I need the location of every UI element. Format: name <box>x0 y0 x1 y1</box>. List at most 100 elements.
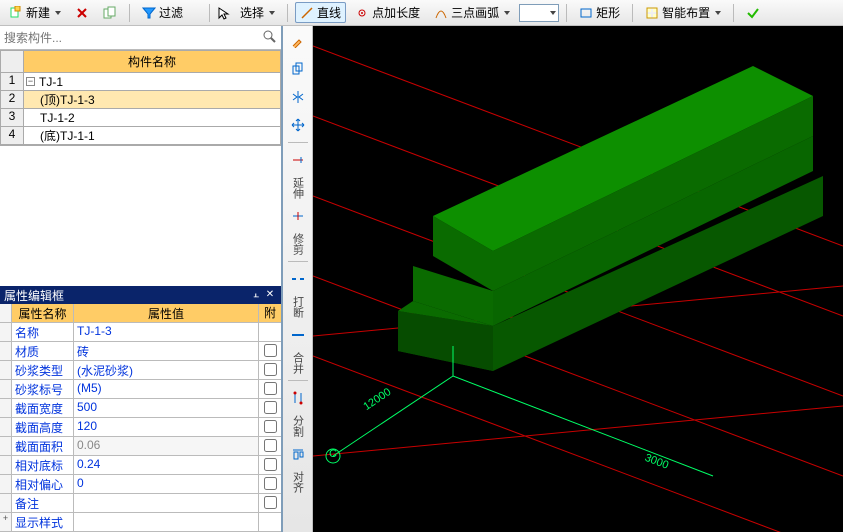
prop-name: 砂浆类型 <box>12 361 74 379</box>
vtool-mirror[interactable] <box>287 86 309 108</box>
prop-value[interactable]: (水泥砂浆) <box>74 361 259 379</box>
property-row[interactable]: 砂浆标号(M5) <box>0 380 281 399</box>
vtool-align[interactable] <box>287 443 309 465</box>
prop-checkbox[interactable] <box>264 439 277 452</box>
prop-checkbox[interactable] <box>264 401 277 414</box>
prop-checkbox[interactable] <box>264 477 277 490</box>
prop-value[interactable]: 120 <box>74 418 259 436</box>
prop-value[interactable]: (M5) <box>74 380 259 398</box>
prop-checkbox[interactable] <box>264 458 277 471</box>
rect-button[interactable]: 矩形 <box>574 2 625 23</box>
prop-value[interactable]: 砖 <box>74 342 259 360</box>
property-row[interactable]: 砂浆类型(水泥砂浆) <box>0 361 281 380</box>
vtool-align-label: 对齐 <box>290 471 306 493</box>
tree-cell[interactable]: (顶)TJ-1-3 <box>24 91 281 109</box>
dropdown-icon <box>550 11 556 15</box>
vtool-merge[interactable] <box>287 324 309 346</box>
prop-name: 砂浆标号 <box>12 380 74 398</box>
tree-column-name[interactable]: 构件名称 <box>24 50 281 73</box>
vtool-extend[interactable] <box>287 149 309 171</box>
tree-cell[interactable]: (底)TJ-1-1 <box>24 127 281 145</box>
prop-checkbox[interactable] <box>264 382 277 395</box>
tree-cell[interactable]: −TJ-1 <box>24 73 281 91</box>
prop-checkbox-cell[interactable] <box>259 399 281 417</box>
search-input[interactable] <box>0 29 257 47</box>
prop-checkbox-cell[interactable] <box>259 513 281 531</box>
new-button[interactable]: 新建 <box>4 2 66 23</box>
prop-value[interactable]: TJ-1-3 <box>74 323 259 341</box>
line-button[interactable]: 直线 <box>295 2 346 23</box>
prop-checkbox-cell[interactable] <box>259 437 281 455</box>
prop-value[interactable]: 500 <box>74 399 259 417</box>
property-row[interactable]: 相对偏心0 <box>0 475 281 494</box>
smart-button[interactable]: 智能布置 <box>640 2 726 23</box>
point-length-button[interactable]: 点加长度 <box>350 2 425 23</box>
property-row[interactable]: 截面宽度500 <box>0 399 281 418</box>
prop-checkbox-cell[interactable] <box>259 456 281 474</box>
property-row[interactable]: 截面高度120 <box>0 418 281 437</box>
prop-checkbox-cell[interactable] <box>259 494 281 512</box>
vtool-break[interactable] <box>287 268 309 290</box>
prop-gutter <box>0 456 12 474</box>
separator <box>632 4 633 22</box>
prop-value[interactable]: 0 <box>74 475 259 493</box>
prop-checkbox-cell[interactable] <box>259 418 281 436</box>
prop-gutter <box>0 380 12 398</box>
prop-value[interactable] <box>74 494 259 512</box>
select-label: 选择 <box>240 4 264 21</box>
property-panel-title[interactable]: 属性编辑框 ⫠ ✕ <box>0 286 281 304</box>
prop-value: 0.06 <box>74 437 259 455</box>
prop-checkbox[interactable] <box>264 496 277 509</box>
tree-row[interactable]: 1−TJ-1 <box>0 73 281 91</box>
prop-checkbox-cell[interactable] <box>259 475 281 493</box>
prop-checkbox-cell[interactable] <box>259 342 281 360</box>
prop-value[interactable]: 0.24 <box>74 456 259 474</box>
linetype-combo[interactable] <box>519 4 559 22</box>
filter-icon <box>142 6 156 20</box>
filter-label: 过滤 <box>159 4 183 21</box>
tree-row[interactable]: 2(顶)TJ-1-3 <box>0 91 281 109</box>
delete-button[interactable] <box>70 4 94 22</box>
prop-checkbox[interactable] <box>264 363 277 376</box>
confirm-button[interactable] <box>741 4 765 22</box>
property-row[interactable]: 名称TJ-1-3 <box>0 323 281 342</box>
tree-row[interactable]: 3TJ-1-2 <box>0 109 281 127</box>
prop-checkbox-cell[interactable] <box>259 380 281 398</box>
vtool-split[interactable] <box>287 387 309 409</box>
prop-checkbox[interactable] <box>264 344 277 357</box>
check-icon <box>746 6 760 20</box>
vtool-trim[interactable] <box>287 205 309 227</box>
pin-icon[interactable]: ⫠ <box>249 288 263 302</box>
rect-label: 矩形 <box>596 4 620 21</box>
copy-button[interactable] <box>98 4 122 22</box>
prop-name: 显示样式 <box>12 513 74 531</box>
property-row[interactable]: 相对底标0.24 <box>0 456 281 475</box>
prop-name: 截面面积 <box>12 437 74 455</box>
arc3-button[interactable]: 三点画弧 <box>429 2 515 23</box>
prop-checkbox[interactable] <box>264 420 277 433</box>
tree-cell[interactable]: TJ-1-2 <box>24 109 281 127</box>
property-row[interactable]: 截面面积0.06 <box>0 437 281 456</box>
select-button[interactable]: 选择 <box>235 2 280 23</box>
prop-checkbox-cell[interactable] <box>259 323 281 341</box>
cursor-icon <box>217 6 231 20</box>
search-icon[interactable] <box>257 29 281 46</box>
3d-viewport[interactable]: 12000 3000 C <box>313 26 843 532</box>
prop-value[interactable] <box>74 513 259 531</box>
vtool-move[interactable] <box>287 114 309 136</box>
vtool-brush[interactable] <box>287 30 309 52</box>
prop-checkbox-cell[interactable] <box>259 361 281 379</box>
close-icon[interactable]: ✕ <box>263 288 277 302</box>
point-length-label: 点加长度 <box>372 4 420 21</box>
property-row[interactable]: +显示样式 <box>0 513 281 532</box>
tree-toggle-icon[interactable]: − <box>26 77 35 86</box>
property-row[interactable]: 备注 <box>0 494 281 513</box>
property-row[interactable]: 材质砖 <box>0 342 281 361</box>
prop-gutter <box>0 494 12 512</box>
vtool-copy[interactable] <box>287 58 309 80</box>
tree-row[interactable]: 4(底)TJ-1-1 <box>0 127 281 145</box>
filter-button[interactable]: 过滤 <box>137 2 188 23</box>
prop-gutter <box>0 437 12 455</box>
separator <box>287 4 288 22</box>
vtool-trim-label: 修剪 <box>290 233 306 255</box>
